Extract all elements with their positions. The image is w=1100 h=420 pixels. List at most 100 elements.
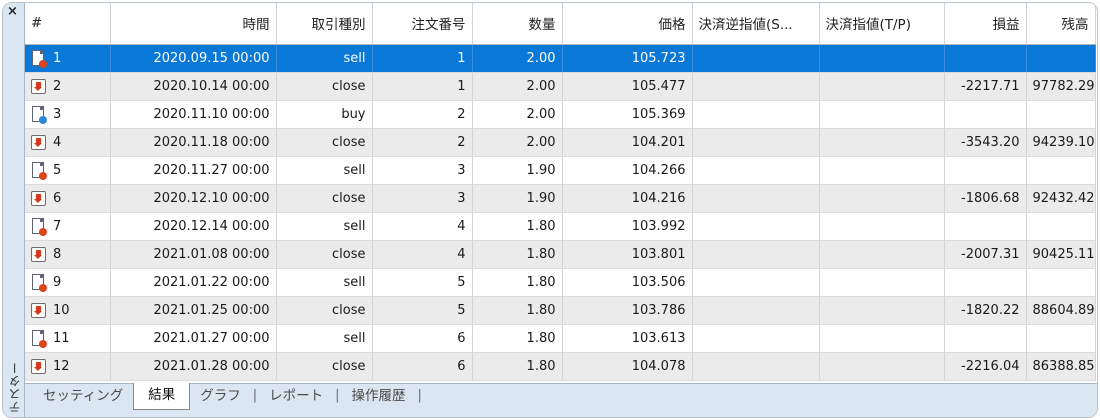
cell-number: 9 xyxy=(25,268,111,297)
cell-balance: 92432.42 xyxy=(1026,184,1096,213)
cell-volume: 1.80 xyxy=(472,240,563,269)
column-header-volume[interactable]: 数量 xyxy=(472,3,563,45)
cell-time: 2021.01.27 00:00 xyxy=(110,324,277,353)
cell-take-profit xyxy=(819,352,945,381)
column-header-balance[interactable]: 残高 xyxy=(1026,3,1096,45)
cell-type: close xyxy=(276,128,373,157)
row-number: 6 xyxy=(53,190,62,206)
cell-stop-loss xyxy=(692,352,820,381)
cell-number: 6 xyxy=(25,184,111,213)
cell-order: 6 xyxy=(372,324,473,353)
cell-type: sell xyxy=(276,212,373,241)
cell-volume: 1.80 xyxy=(472,324,563,353)
column-header-type[interactable]: 取引種別 xyxy=(276,3,373,45)
header-row: # 時間 取引種別 注文番号 数量 価格 決済逆指値(S... 決済指値(T/P… xyxy=(25,3,1096,45)
column-header-profit[interactable]: 損益 xyxy=(944,3,1027,45)
cell-take-profit xyxy=(819,184,945,213)
tab-settings[interactable]: セッティング xyxy=(33,384,133,410)
cell-type: sell xyxy=(276,44,373,73)
column-header-price[interactable]: 価格 xyxy=(562,3,693,45)
close-icon[interactable]: × xyxy=(7,5,18,19)
row-number: 3 xyxy=(53,106,62,122)
table-row[interactable]: 3 2020.11.10 00:00 buy 2 2.00 105.369 xyxy=(25,100,1096,129)
panel-title: テスター xyxy=(8,361,22,413)
cell-price: 104.078 xyxy=(562,352,693,381)
tab-results[interactable]: 結果 xyxy=(133,383,191,410)
cell-balance xyxy=(1026,44,1096,73)
cell-price: 105.369 xyxy=(562,100,693,129)
row-number: 8 xyxy=(53,246,62,262)
cell-type: close xyxy=(276,296,373,325)
cell-price: 104.266 xyxy=(562,156,693,185)
cell-take-profit xyxy=(819,128,945,157)
cell-volume: 1.80 xyxy=(472,212,563,241)
cell-take-profit xyxy=(819,212,945,241)
column-header-take-profit[interactable]: 決済指値(T/P) xyxy=(819,3,945,45)
cell-time: 2020.09.15 00:00 xyxy=(110,44,277,73)
cell-number: 11 xyxy=(25,324,111,353)
table-row[interactable]: 12 2021.01.28 00:00 close 6 1.80 104.078 -2216… xyxy=(25,352,1096,381)
table-row[interactable]: 4 2020.11.18 00:00 close 2 2.00 104.201 -3543.… xyxy=(25,128,1096,157)
cell-stop-loss xyxy=(692,268,820,297)
cell-type: close xyxy=(276,352,373,381)
sell-order-icon xyxy=(31,217,47,236)
row-number: 9 xyxy=(53,274,62,290)
cell-order: 4 xyxy=(372,212,473,241)
cell-time: 2021.01.28 00:00 xyxy=(110,352,277,381)
cell-time: 2021.01.22 00:00 xyxy=(110,268,277,297)
tab-separator: | xyxy=(252,388,258,403)
cell-take-profit xyxy=(819,72,945,101)
cell-type: sell xyxy=(276,324,373,353)
cell-profit xyxy=(944,268,1027,297)
cell-balance xyxy=(1026,212,1096,241)
column-header-time[interactable]: 時間 xyxy=(110,3,277,45)
cell-profit xyxy=(944,100,1027,129)
cell-time: 2020.12.14 00:00 xyxy=(110,212,277,241)
cell-balance: 97782.29 xyxy=(1026,72,1096,101)
results-table: # 時間 取引種別 注文番号 数量 価格 決済逆指値(S... 決済指値(T/P… xyxy=(25,3,1096,381)
table-row[interactable]: 6 2020.12.10 00:00 close 3 1.90 104.216 -1806.… xyxy=(25,184,1096,213)
cell-number: 7 xyxy=(25,212,111,241)
tab-separator: | xyxy=(335,388,340,403)
buy-order-icon xyxy=(31,105,47,124)
table-row[interactable]: 5 2020.11.27 00:00 sell 3 1.90 104.266 xyxy=(25,156,1096,185)
table-row[interactable]: 7 2020.12.14 00:00 sell 4 1.80 103.992 xyxy=(25,212,1096,241)
cell-balance: 86388.85 xyxy=(1026,352,1096,381)
row-number: 12 xyxy=(53,358,70,374)
table-row[interactable]: 2 2020.10.14 00:00 close 1 2.00 105.477 -2217.… xyxy=(25,72,1096,101)
table-row[interactable]: 1 2020.09.15 00:00 sell 1 2.00 105.723 xyxy=(25,44,1096,73)
cell-take-profit xyxy=(819,268,945,297)
cell-price: 103.786 xyxy=(562,296,693,325)
table-row[interactable]: 11 2021.01.27 00:00 sell 6 1.80 103.613 xyxy=(25,324,1096,353)
table-row[interactable]: 9 2021.01.22 00:00 sell 5 1.80 103.506 xyxy=(25,268,1096,297)
cell-stop-loss xyxy=(692,72,820,101)
cell-balance xyxy=(1026,324,1096,353)
column-header-number[interactable]: # xyxy=(25,3,111,45)
cell-type: close xyxy=(276,240,373,269)
cell-price: 103.506 xyxy=(562,268,693,297)
sell-order-icon xyxy=(31,49,47,68)
tester-side-bar: × テスター xyxy=(3,3,25,417)
row-number: 5 xyxy=(53,162,62,178)
cell-type: close xyxy=(276,184,373,213)
cell-price: 104.201 xyxy=(562,128,693,157)
cell-type: close xyxy=(276,72,373,101)
cell-type: sell xyxy=(276,156,373,185)
tab-report[interactable]: レポート xyxy=(259,384,333,410)
cell-profit: -2007.31 xyxy=(944,240,1027,269)
cell-order: 2 xyxy=(372,128,473,157)
cell-balance xyxy=(1026,268,1096,297)
column-header-order[interactable]: 注文番号 xyxy=(372,3,473,45)
column-header-stop-loss[interactable]: 決済逆指値(S... xyxy=(692,3,820,45)
tab-journal[interactable]: 操作履歴 xyxy=(341,384,415,410)
tab-graph[interactable]: グラフ xyxy=(190,384,251,410)
cell-volume: 2.00 xyxy=(472,100,563,129)
cell-volume: 1.80 xyxy=(472,268,563,297)
cell-time: 2020.11.27 00:00 xyxy=(110,156,277,185)
table-row[interactable]: 10 2021.01.25 00:00 close 5 1.80 103.786 -1820… xyxy=(25,296,1096,325)
cell-order: 5 xyxy=(372,268,473,297)
table-body: 1 2020.09.15 00:00 sell 1 2.00 105.723 2 2020.1… xyxy=(25,44,1096,381)
table-row[interactable]: 8 2021.01.08 00:00 close 4 1.80 103.801 -2007.… xyxy=(25,240,1096,269)
cell-take-profit xyxy=(819,296,945,325)
close-order-icon xyxy=(31,358,46,375)
